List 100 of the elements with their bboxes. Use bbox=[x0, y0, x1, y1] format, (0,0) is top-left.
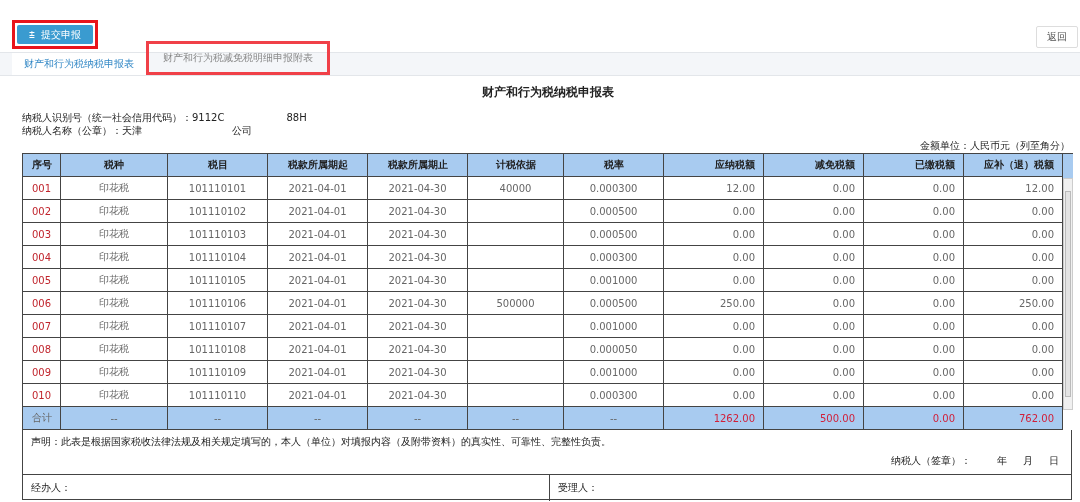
table-cell: 印花税 bbox=[60, 245, 168, 269]
table-cell: 0.00 bbox=[963, 383, 1063, 407]
table-cell: 101110109 bbox=[167, 360, 268, 384]
table-cell: 0.00 bbox=[863, 222, 964, 246]
table-cell: 0.00 bbox=[663, 199, 764, 223]
table-cell: 2021-04-01 bbox=[267, 291, 368, 315]
table-cell: 0.00 bbox=[963, 360, 1063, 384]
table-cell: 500000 bbox=[467, 291, 564, 315]
table-cell: 40000 bbox=[467, 176, 564, 200]
table-cell: 0.00 bbox=[863, 268, 964, 292]
column-header: 应纳税额 bbox=[663, 153, 764, 177]
table-cell: 0.00 bbox=[663, 337, 764, 361]
table-cell: 101110103 bbox=[167, 222, 268, 246]
table-cell: 101110102 bbox=[167, 199, 268, 223]
table-cell: 2021-04-30 bbox=[367, 245, 468, 269]
table-cell: 0.00 bbox=[763, 176, 864, 200]
day-label: 日 bbox=[1049, 454, 1059, 468]
table-cell: 2021-04-01 bbox=[267, 199, 368, 223]
back-button[interactable]: 返回 bbox=[1036, 26, 1078, 48]
table-cell: 0.00 bbox=[863, 314, 964, 338]
form-title: 财产和行为税纳税申报表 bbox=[481, 84, 615, 101]
table-cell: 0.00 bbox=[763, 383, 864, 407]
table-cell: 0.00 bbox=[763, 268, 864, 292]
submit-button[interactable]: ⩲ 提交申报 bbox=[17, 25, 93, 44]
column-header: 序号 bbox=[22, 153, 61, 177]
table-cell: 2021-04-30 bbox=[367, 176, 468, 200]
table-cell: 0.00 bbox=[763, 360, 864, 384]
table-cell: 2021-04-01 bbox=[267, 268, 368, 292]
column-header: 税种 bbox=[60, 153, 168, 177]
table-cell: 0.000300 bbox=[563, 383, 664, 407]
table-cell: 0.00 bbox=[763, 245, 864, 269]
taxpayer-name-tail: 公司 bbox=[232, 124, 252, 137]
signature-label: 纳税人（签章）： bbox=[891, 454, 971, 468]
scrollbar[interactable] bbox=[1063, 178, 1073, 410]
table-cell: 008 bbox=[22, 337, 61, 361]
column-header: 税款所属期起 bbox=[267, 153, 368, 177]
table-cell: 2021-04-30 bbox=[367, 268, 468, 292]
table-cell: 0.000500 bbox=[563, 199, 664, 223]
table-cell: 0.00 bbox=[863, 291, 964, 315]
table-cell: 0.00 bbox=[663, 222, 764, 246]
table-cell: 0.00 bbox=[963, 199, 1063, 223]
table-cell: 印花税 bbox=[60, 268, 168, 292]
table-cell: 006 bbox=[22, 291, 61, 315]
taxpayer-id: 纳税人识别号（统一社会信用代码）：9112C bbox=[22, 111, 225, 124]
table-cell: 12.00 bbox=[963, 176, 1063, 200]
table-cell: 0.001000 bbox=[563, 268, 664, 292]
table-cell: 印花税 bbox=[60, 360, 168, 384]
column-header: 减免税额 bbox=[763, 153, 864, 177]
table-cell: 2021-04-30 bbox=[367, 222, 468, 246]
table-cell: 0.00 bbox=[963, 222, 1063, 246]
receiver-label: 受理人： bbox=[549, 475, 1071, 501]
table-cell: 250.00 bbox=[963, 291, 1063, 315]
table-cell: 印花税 bbox=[60, 291, 168, 315]
table-cell: 009 bbox=[22, 360, 61, 384]
table-cell: 0.000300 bbox=[563, 245, 664, 269]
table-cell: 2021-04-30 bbox=[367, 291, 468, 315]
table-cell: 101110108 bbox=[167, 337, 268, 361]
column-header: 税率 bbox=[563, 153, 664, 177]
tab[interactable]: 财产和行为税纳税申报表 bbox=[12, 53, 146, 75]
year-label: 年 bbox=[997, 454, 1007, 468]
table-cell: 005 bbox=[22, 268, 61, 292]
table-cell: 印花税 bbox=[60, 222, 168, 246]
table-cell: 004 bbox=[22, 245, 61, 269]
table-cell: 0.00 bbox=[763, 314, 864, 338]
table-cell: 0.00 bbox=[763, 337, 864, 361]
table-cell: 0.00 bbox=[863, 176, 964, 200]
table-cell: 0.000050 bbox=[563, 337, 664, 361]
table-cell: 2021-04-30 bbox=[367, 383, 468, 407]
table-cell: 0.000500 bbox=[563, 291, 664, 315]
table-cell: 101110106 bbox=[167, 291, 268, 315]
table-cell: 003 bbox=[22, 222, 61, 246]
column-header: 计税依据 bbox=[467, 153, 564, 177]
table-cell: 101110104 bbox=[167, 245, 268, 269]
table-cell: 010 bbox=[22, 383, 61, 407]
table-cell: 0.00 bbox=[963, 268, 1063, 292]
table-cell: 2021-04-01 bbox=[267, 360, 368, 384]
table-cell: 印花税 bbox=[60, 314, 168, 338]
handler-label: 经办人： bbox=[30, 481, 72, 495]
total-cell: 合计 bbox=[22, 406, 61, 430]
tab[interactable]: 财产和行为税减免税明细申报附表 bbox=[151, 47, 325, 69]
table-cell: 0.00 bbox=[863, 360, 964, 384]
table-cell: 101110101 bbox=[167, 176, 268, 200]
table-cell: 0.00 bbox=[663, 383, 764, 407]
month-label: 月 bbox=[1023, 454, 1033, 468]
table-cell: 0.001000 bbox=[563, 360, 664, 384]
column-header: 应补（退）税额 bbox=[963, 153, 1063, 177]
table-cell: 0.000300 bbox=[563, 176, 664, 200]
table-cell: 101110105 bbox=[167, 268, 268, 292]
table-cell: 0.00 bbox=[663, 360, 764, 384]
table-cell: 2021-04-01 bbox=[267, 337, 368, 361]
table-cell: 2021-04-30 bbox=[367, 314, 468, 338]
table-cell: 12.00 bbox=[663, 176, 764, 200]
table-cell: 101110107 bbox=[167, 314, 268, 338]
table-cell: 0.00 bbox=[663, 314, 764, 338]
table-cell: 250.00 bbox=[663, 291, 764, 315]
table-cell: 印花税 bbox=[60, 337, 168, 361]
table-cell: 0.00 bbox=[863, 245, 964, 269]
table-cell: 0.00 bbox=[863, 199, 964, 223]
table-cell: 0.00 bbox=[663, 245, 764, 269]
column-header: 已缴税额 bbox=[863, 153, 964, 177]
